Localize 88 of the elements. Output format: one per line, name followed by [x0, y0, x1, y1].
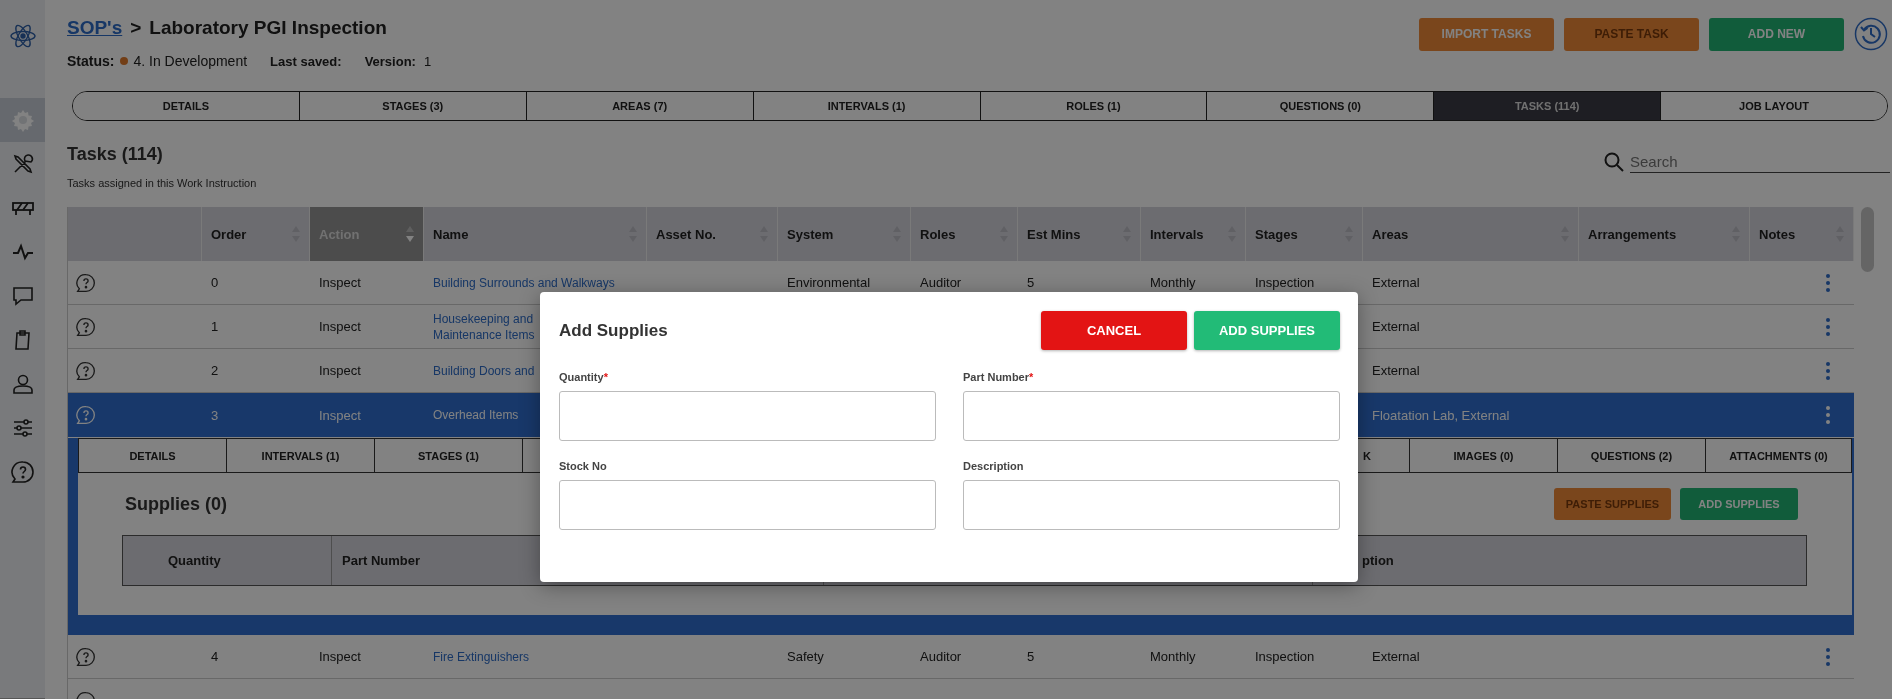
table-cell: 0	[211, 275, 219, 290]
column-header[interactable]: Notes	[1750, 207, 1854, 261]
input-field[interactable]	[559, 391, 936, 441]
more-menu-icon[interactable]	[1825, 272, 1831, 293]
table-cell: Inspection	[1255, 275, 1315, 290]
question-icon[interactable]	[76, 646, 96, 667]
table-cell: External	[1372, 649, 1420, 664]
scrollbar[interactable]	[1861, 207, 1874, 272]
status-dot	[120, 57, 129, 65]
table-cell: Auditor	[920, 275, 962, 290]
table-cell: External	[1372, 363, 1420, 378]
column-header[interactable]: Roles	[911, 207, 1018, 261]
tab[interactable]: JOB LAYOUT	[1660, 92, 1887, 120]
table-cell: Safety	[787, 649, 824, 664]
field-label: Description	[963, 460, 1025, 472]
status-value: 4. In Development	[133, 53, 248, 69]
section-title: Tasks (114)	[67, 144, 164, 165]
column-header[interactable]: Asset No.	[647, 207, 778, 261]
history-icon[interactable]	[1854, 17, 1888, 51]
action-button[interactable]: IMPORT TASKS	[1419, 17, 1554, 51]
table-cell: 1	[211, 319, 219, 334]
more-menu-icon[interactable]	[1825, 405, 1831, 425]
task-name-link[interactable]: Building Doors and	[433, 362, 535, 379]
input-field[interactable]	[963, 480, 1340, 530]
field-label: Part Number*	[963, 371, 1035, 383]
last-saved-label: Last saved:	[270, 53, 342, 69]
column-header[interactable]: Order	[202, 207, 310, 261]
table-cell: Inspection	[1255, 649, 1315, 664]
table-cell: Environmental	[787, 275, 871, 290]
tab[interactable]: TASKS (114)	[1433, 92, 1661, 120]
question-icon[interactable]	[76, 360, 96, 381]
column-header: ption	[1313, 536, 1806, 585]
table-cell: Inspect	[319, 363, 361, 378]
cancel-button[interactable]: CANCEL	[1041, 311, 1187, 350]
search-field[interactable]: Search	[1630, 151, 1890, 173]
atom-logo-icon	[9, 23, 36, 49]
page-title: Laboratory PGI Inspection	[149, 17, 387, 39]
action-button[interactable]: ADD NEW	[1709, 17, 1844, 51]
column-header[interactable]: Est Mins	[1018, 207, 1141, 261]
table-cell: 5	[1027, 275, 1035, 290]
column-header[interactable]: Arrangements	[1579, 207, 1750, 261]
table-cell: Inspect	[319, 407, 361, 423]
column-header: Quantity	[123, 536, 332, 585]
more-menu-icon[interactable]	[1825, 360, 1831, 381]
table-cell: 5	[1027, 649, 1035, 664]
table-cell: External	[1372, 319, 1420, 334]
dialog-title: Add Supplies	[559, 320, 668, 341]
breadcrumb-separator: >	[130, 17, 142, 39]
help-icon[interactable]	[10, 460, 35, 484]
version-value: 1	[423, 53, 432, 69]
more-menu-icon[interactable]	[1825, 316, 1831, 337]
task-name-link[interactable]: Housekeeping and Maintenance Items	[433, 310, 535, 343]
column-header[interactable]: Name	[424, 207, 647, 261]
column-header[interactable]: Stages	[1246, 207, 1363, 261]
supplies-title: Supplies (0)	[125, 493, 227, 515]
column-header[interactable]: Intervals	[1141, 207, 1246, 261]
table-cell: Floatation Lab, External	[1372, 407, 1510, 423]
status-label: Status:	[67, 53, 115, 69]
column-header[interactable]: Areas	[1363, 207, 1579, 261]
breadcrumb-link[interactable]: SOP's	[67, 17, 123, 39]
question-icon[interactable]	[76, 316, 96, 337]
table-cell: Inspect	[319, 319, 361, 334]
table-cell: Monthly	[1150, 649, 1196, 664]
question-icon[interactable]	[76, 272, 96, 293]
column-header[interactable]: System	[778, 207, 911, 261]
table-cell: External	[1372, 275, 1420, 290]
table-cell: Monthly	[1150, 275, 1196, 290]
input-field[interactable]	[559, 480, 936, 530]
chat-icon[interactable]	[10, 284, 35, 308]
field-label: Quantity*	[559, 371, 609, 383]
supplies-button[interactable]: ADD SUPPLIES	[1680, 488, 1798, 520]
table-cell: Auditor	[920, 649, 962, 664]
input-field[interactable]	[963, 391, 1340, 441]
table-cell: Inspect	[319, 275, 361, 290]
table-cell: 4	[211, 649, 219, 664]
table-cell: 3	[211, 407, 219, 423]
version-label: Version:	[364, 53, 416, 69]
field-label: Stock No	[559, 460, 608, 472]
table-cell: Inspect	[319, 649, 361, 664]
add-supplies-button[interactable]: ADD SUPPLIES	[1194, 311, 1340, 350]
task-name-link[interactable]: Fire Extinguishers	[433, 648, 530, 665]
user-icon[interactable]	[10, 372, 35, 396]
more-menu-icon[interactable]	[1825, 646, 1831, 667]
table-cell: 2	[211, 363, 219, 378]
task-name-link[interactable]: Building Surrounds and Walkways	[433, 274, 615, 291]
task-name-link[interactable]: Overhead Items	[433, 407, 519, 423]
section-subtitle: Tasks assigned in this Work Instruction	[67, 177, 257, 189]
search-icon[interactable]	[1604, 152, 1624, 172]
